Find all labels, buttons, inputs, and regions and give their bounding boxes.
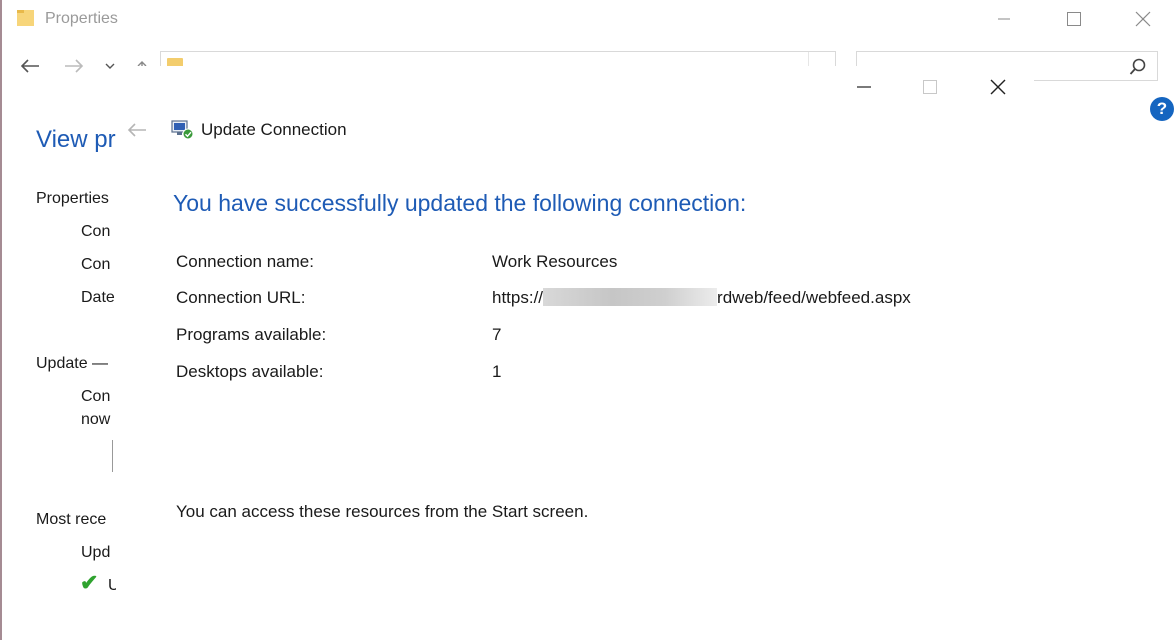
minimize-icon	[857, 86, 871, 88]
section-most-recent: Most rece	[36, 511, 107, 528]
title-bar: Properties	[0, 0, 1174, 38]
dialog-close-button[interactable]	[968, 70, 1028, 104]
checkmark-icon: ✔	[80, 570, 99, 595]
section-update: Update —	[36, 355, 109, 372]
url-prefix: https://	[492, 288, 544, 307]
back-arrow-icon	[127, 123, 146, 137]
page-title: View pr	[36, 126, 116, 153]
search-icon	[1129, 58, 1146, 75]
forward-button[interactable]	[62, 56, 86, 76]
forward-arrow-icon	[65, 59, 84, 73]
connection-url-label: Connection URL:	[176, 288, 306, 307]
recent-update-label: Upd	[81, 544, 111, 561]
maximize-icon	[1067, 12, 1081, 26]
back-button[interactable]	[18, 56, 42, 76]
dialog-minimize-button[interactable]	[834, 70, 894, 104]
back-arrow-icon	[20, 59, 39, 73]
desktops-available-value: 1	[492, 362, 502, 381]
success-headline: You have successfully updated the follow…	[173, 190, 747, 216]
window-title: Properties	[45, 10, 118, 27]
chevron-down-icon	[105, 63, 115, 69]
connection-name-label: Connection name:	[176, 252, 314, 271]
close-icon	[1135, 11, 1151, 27]
remote-connection-icon	[171, 120, 194, 140]
url-suffix: rdweb/feed/webfeed.aspx	[717, 288, 911, 307]
minimize-icon	[998, 18, 1010, 20]
section-properties: Properties	[36, 190, 109, 207]
programs-available-value: 7	[492, 325, 502, 344]
dialog-back-button[interactable]	[126, 120, 148, 140]
access-info-text: You can access these resources from the …	[176, 502, 589, 521]
maximize-icon	[923, 80, 937, 94]
minimize-button[interactable]	[981, 0, 1027, 38]
connection-name-value: Work Resources	[492, 252, 618, 271]
button-edge	[112, 440, 113, 472]
update-connection-dialog: Update Connection You have successfully …	[116, 66, 1034, 640]
close-icon	[990, 79, 1006, 95]
update-text: now	[81, 411, 111, 428]
dialog-maximize-button	[900, 70, 960, 104]
property-label: Con	[81, 256, 111, 273]
recent-update-status: U	[108, 577, 116, 594]
close-button[interactable]	[1120, 0, 1166, 38]
window-border	[0, 0, 2, 640]
property-label: Date	[81, 289, 115, 306]
help-icon[interactable]: ?	[1150, 97, 1174, 121]
dialog-title: Update Connection	[201, 120, 347, 139]
programs-available-label: Programs available:	[176, 325, 327, 344]
property-label: Con	[81, 223, 111, 240]
connection-url-value: https:// rdweb/feed/webfeed.aspx	[492, 288, 911, 308]
maximize-button[interactable]	[1051, 0, 1097, 38]
redacted-hostname	[543, 288, 718, 306]
update-text: Con	[81, 388, 111, 405]
folder-icon	[17, 10, 34, 26]
properties-panel: View pr Properties Con Con Date Update —…	[36, 118, 116, 638]
desktops-available-label: Desktops available:	[176, 362, 324, 381]
